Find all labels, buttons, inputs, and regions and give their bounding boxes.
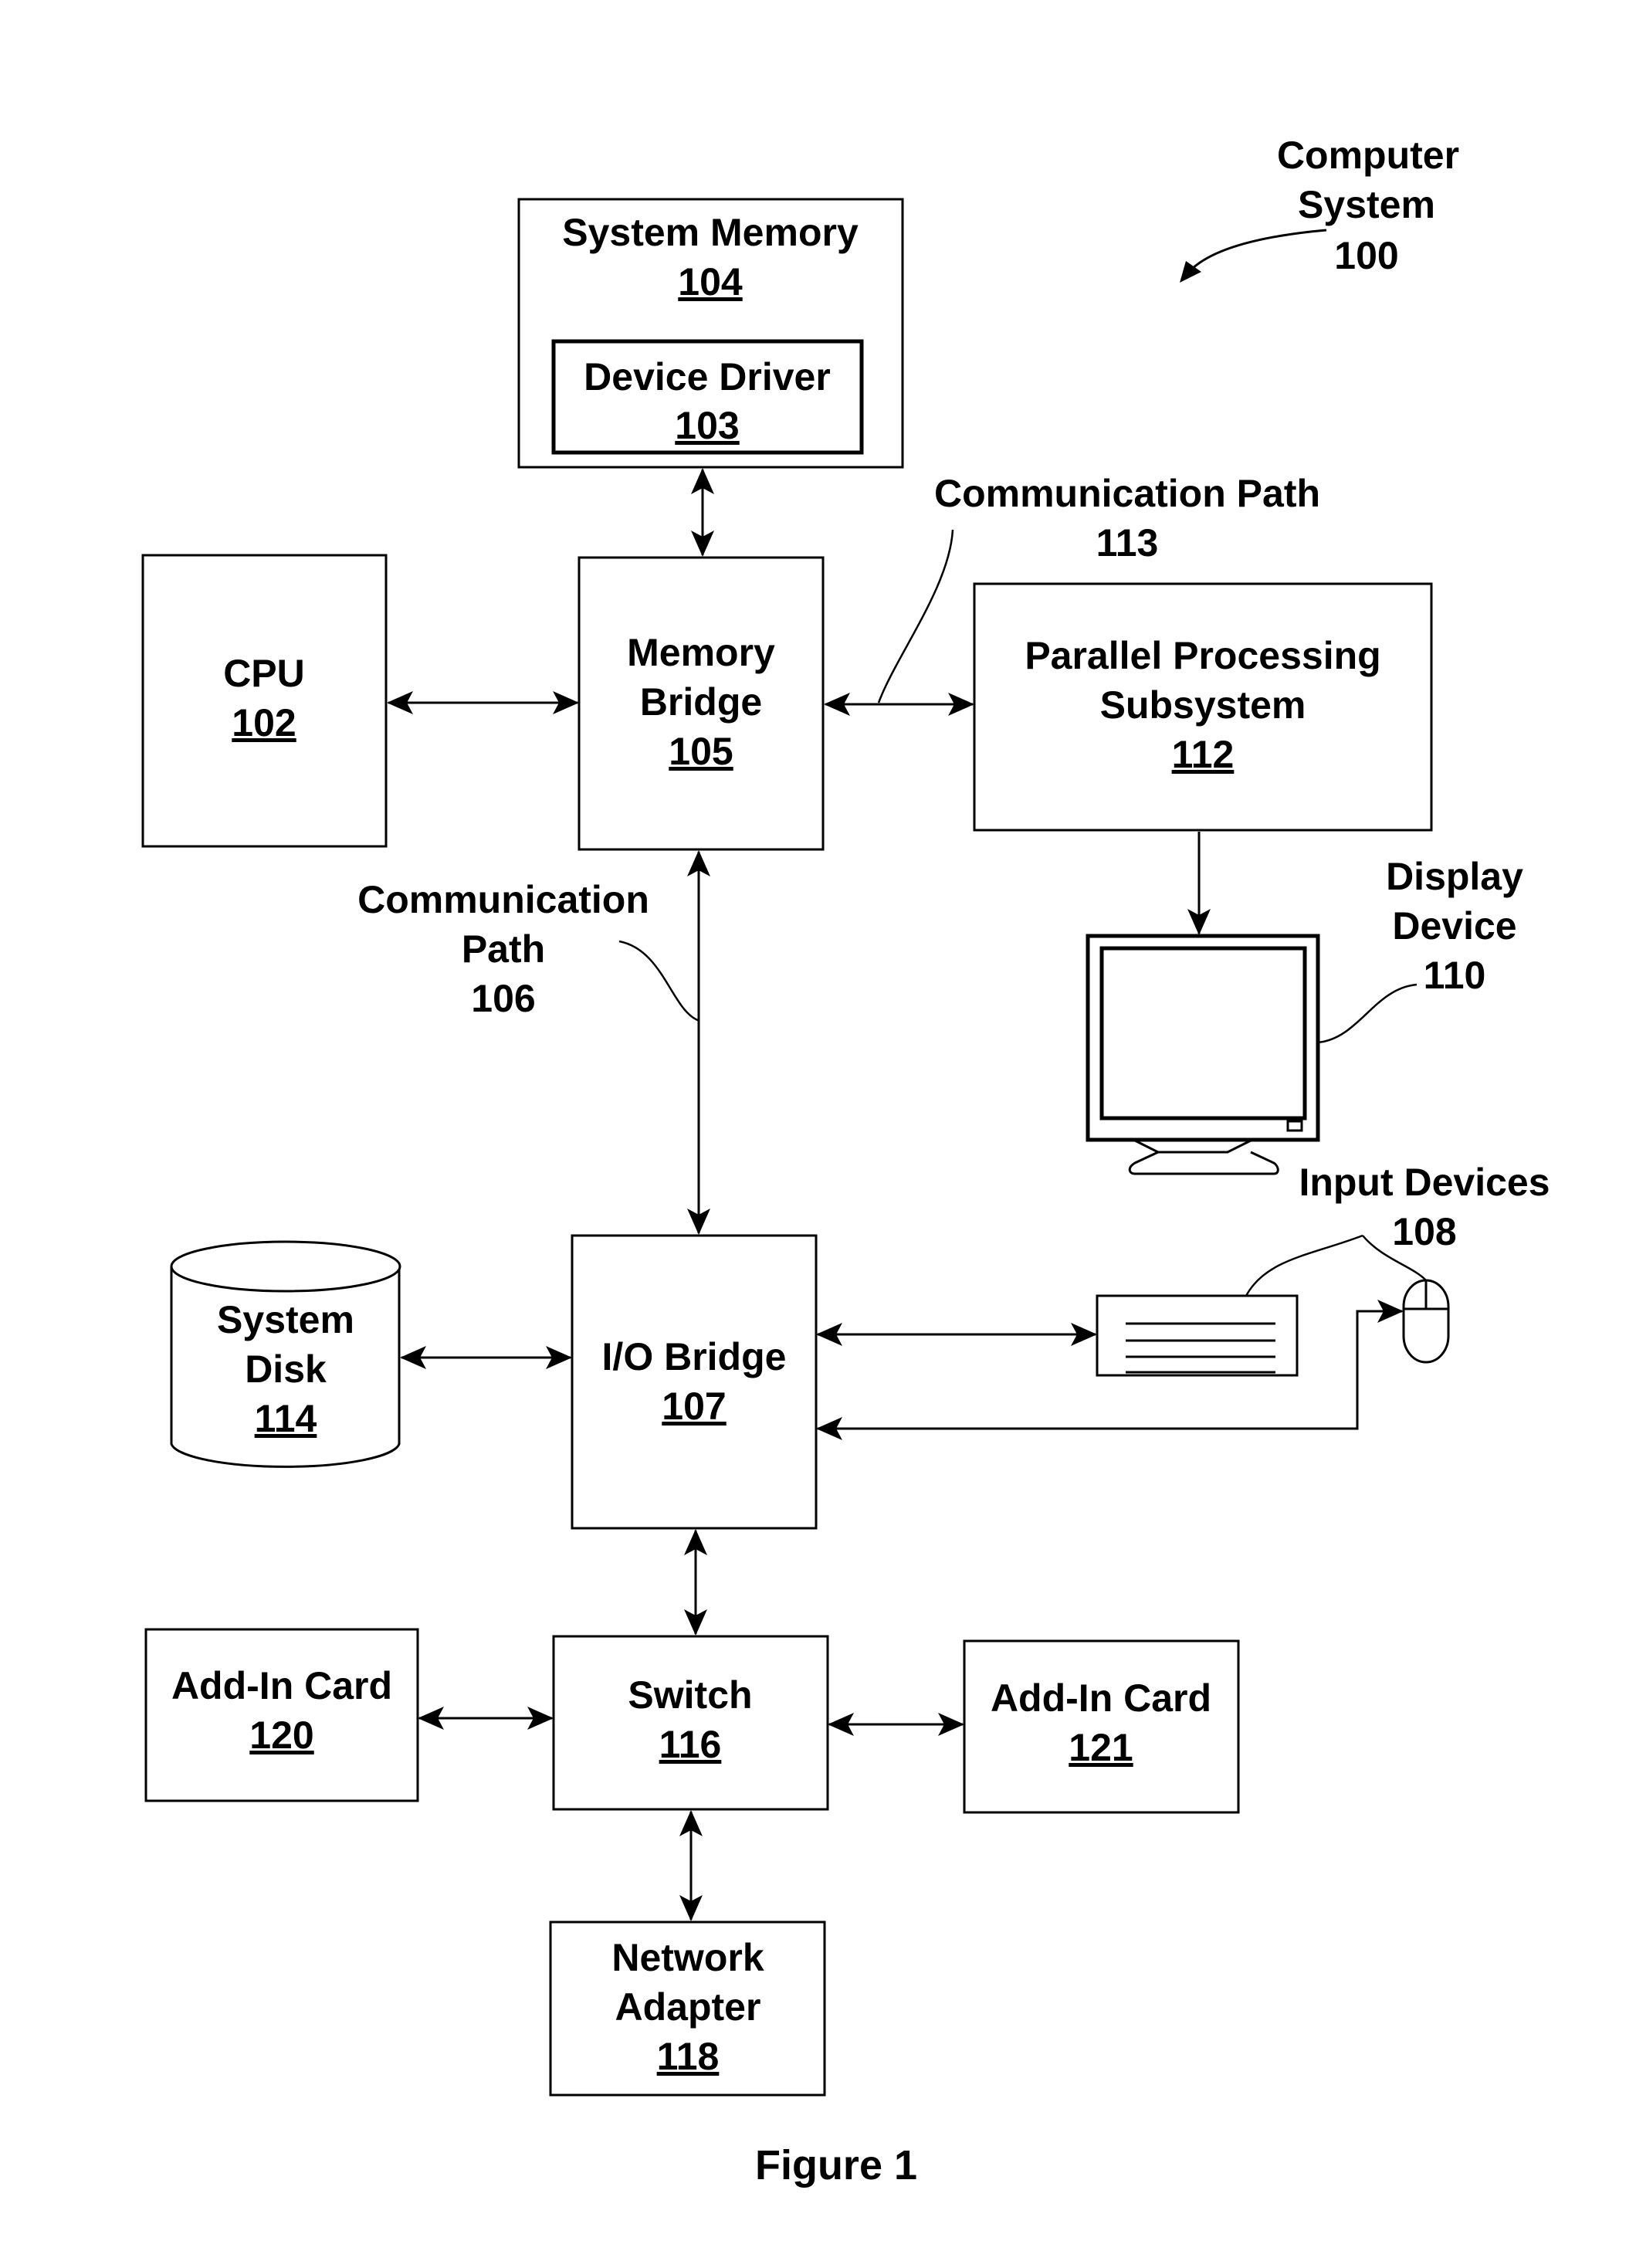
input-devices-label: Input Devices — [1299, 1161, 1550, 1204]
input-devices-group: Input Devices 108 — [1096, 1161, 1550, 1377]
io-bridge-label: I/O Bridge — [602, 1335, 787, 1378]
system-disk-label-line1: System — [217, 1298, 354, 1341]
system-disk-top — [170, 1240, 401, 1293]
comm-path-113-leader — [877, 529, 954, 703]
keyboard-node[interactable] — [1096, 1294, 1299, 1377]
add-in-card-121-ref: 121 — [1069, 1726, 1133, 1769]
comm-path-106-label-line2: Path — [462, 927, 545, 971]
parallel-processing-node[interactable]: Parallel Processing Subsystem 112 — [973, 582, 1433, 832]
mouse-node[interactable] — [1402, 1279, 1450, 1364]
system-disk-ref: 114 — [255, 1397, 317, 1440]
network-adapter-label-line2: Adapter — [615, 1985, 761, 2029]
computer-system-diagram: Computer System 100 System Memory 104 De… — [141, 134, 1550, 2188]
add-in-card-121-label: Add-In Card — [991, 1676, 1211, 1720]
display-device-node[interactable]: Display Device 110 — [1086, 855, 1523, 1175]
cpu-label: CPU — [223, 652, 305, 695]
comm-path-106-leader — [618, 940, 700, 1022]
comm-path-113-ref: 113 — [1096, 521, 1159, 564]
device-driver-label: Device Driver — [584, 355, 831, 398]
monitor-power-button-icon — [1286, 1120, 1303, 1132]
title-line1: Computer — [1277, 134, 1459, 177]
system-memory-node[interactable]: System Memory 104 Device Driver 103 — [517, 198, 904, 469]
title-ref: 100 — [1334, 234, 1398, 277]
display-device-label-line1: Display — [1386, 855, 1523, 898]
title-leader-curve — [1187, 229, 1327, 273]
input-devices-ref: 108 — [1392, 1210, 1456, 1253]
comm-path-106-ref: 106 — [471, 977, 535, 1020]
add-in-card-121-node[interactable]: Add-In Card 121 — [963, 1639, 1240, 1814]
keyboard-icon — [1096, 1294, 1299, 1377]
monitor-neck — [1134, 1139, 1252, 1154]
comm-path-106-callout: Communication Path 106 — [357, 878, 700, 1022]
system-disk-node[interactable]: System Disk 114 — [170, 1240, 401, 1468]
cpu-ref: 102 — [232, 701, 296, 744]
switch-label: Switch — [628, 1673, 752, 1717]
add-in-card-120-label: Add-In Card — [171, 1664, 392, 1707]
network-adapter-label-line1: Network — [611, 1936, 764, 1979]
monitor-screen — [1099, 946, 1307, 1120]
monitor-stand-icon — [1128, 1151, 1279, 1175]
parallel-processing-ref: 112 — [1172, 733, 1235, 776]
switch-node[interactable]: Switch 116 — [552, 1635, 829, 1811]
parallel-processing-label-line1: Parallel Processing — [1025, 634, 1380, 677]
io-bridge-box — [571, 1234, 818, 1530]
add-in-card-120-node[interactable]: Add-In Card 120 — [144, 1628, 419, 1802]
title-line2: System — [1298, 183, 1435, 226]
parallel-processing-label-line2: Subsystem — [1100, 683, 1306, 727]
figure-caption: Figure 1 — [755, 2142, 917, 2188]
switch-ref: 116 — [659, 1723, 722, 1766]
device-driver-node[interactable]: Device Driver 103 — [551, 339, 864, 455]
computer-system-label: Computer System 100 — [1180, 134, 1459, 283]
system-memory-label: System Memory — [562, 211, 859, 254]
network-adapter-node[interactable]: Network Adapter 118 — [549, 1921, 826, 2097]
display-device-ref: 110 — [1424, 954, 1486, 997]
io-bridge-node[interactable]: I/O Bridge 107 — [571, 1234, 818, 1530]
add-in-card-120-ref: 120 — [249, 1714, 313, 1757]
network-adapter-ref: 118 — [657, 2035, 720, 2078]
system-memory-ref: 104 — [678, 260, 743, 303]
display-device-leader — [1317, 983, 1418, 1044]
comm-path-113-label: Communication Path — [934, 472, 1320, 515]
memory-bridge-ref: 105 — [669, 730, 733, 773]
io-bridge-ref: 107 — [662, 1385, 726, 1428]
system-disk-label-line2: Disk — [245, 1348, 327, 1391]
cpu-node[interactable]: CPU 102 — [141, 554, 388, 848]
memory-bridge-node[interactable]: Memory Bridge 105 — [578, 556, 825, 851]
memory-bridge-label-line1: Memory — [627, 631, 775, 674]
display-device-label-line2: Device — [1392, 904, 1516, 948]
comm-path-106-label-line1: Communication — [357, 878, 649, 921]
device-driver-ref: 103 — [675, 404, 739, 447]
memory-bridge-label-line2: Bridge — [640, 680, 762, 724]
